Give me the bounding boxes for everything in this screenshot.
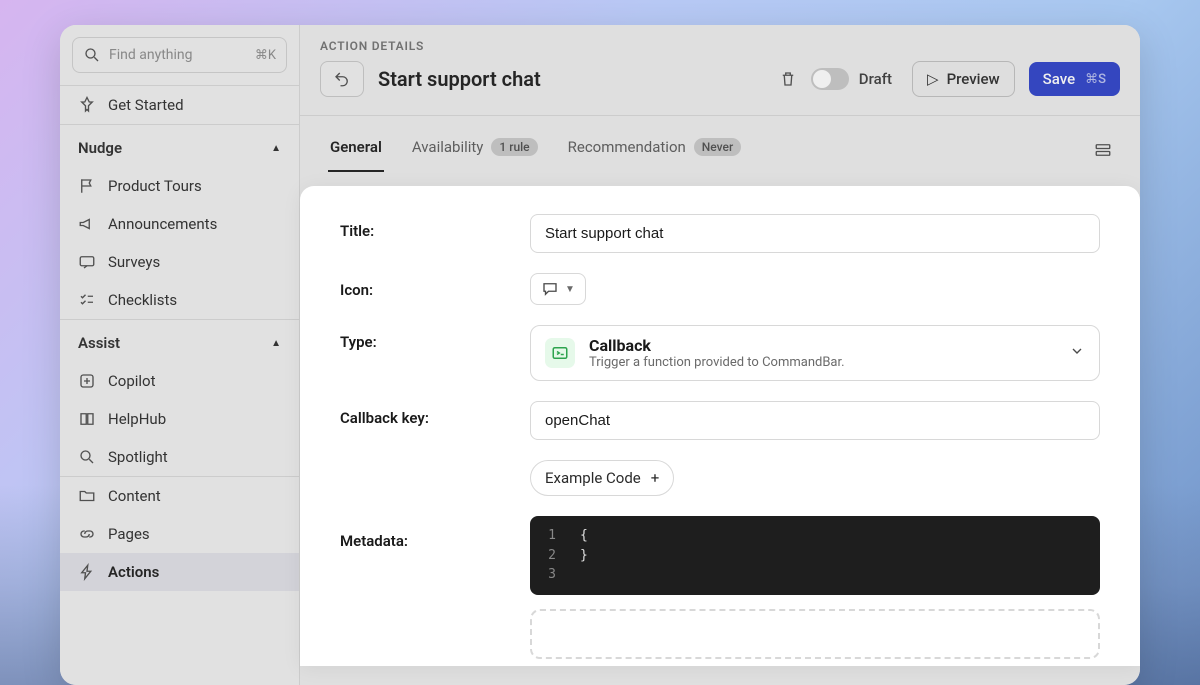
header-row: Start support chat Draft ▷ Preview Save … [300,57,1140,116]
undo-button[interactable] [320,61,364,97]
chevron-up-icon: ▲ [271,338,281,349]
sparkle-icon [78,372,96,390]
main-content: ACTION DETAILS Start support chat Draft … [300,25,1140,685]
chevron-up-icon: ▲ [271,143,281,154]
page-title: Start support chat [378,67,541,91]
tab-general[interactable]: General [328,128,384,172]
delete-button[interactable] [779,70,797,88]
folder-icon [78,487,96,505]
megaphone-icon [78,215,96,233]
message-icon [78,253,96,271]
search-icon [78,448,96,466]
form-panel: Title: Icon: ▼ Type: [300,186,1140,666]
sidebar-item-helphub[interactable]: HelpHub [60,400,299,438]
undo-icon [333,70,351,88]
tab-availability[interactable]: Availability 1 rule [410,128,540,172]
sidebar-item-surveys[interactable]: Surveys [60,243,299,281]
search-icon [83,46,101,64]
search-placeholder: Find anything [109,47,193,63]
metadata-label: Metadata: [340,516,500,659]
sidebar-item-label: Get Started [108,96,184,114]
bolt-icon [78,563,96,581]
search-shortcut: ⌘K [255,48,276,63]
sidebar-section-nudge[interactable]: Nudge ▲ [60,125,299,167]
callback-key-input[interactable] [530,401,1100,440]
sidebar-item-label: Content [108,487,161,505]
app-window: Find anything ⌘K Get Started Nudge ▲ Pro… [60,25,1140,685]
draft-toggle[interactable] [811,68,849,90]
save-button[interactable]: Save ⌘S [1029,62,1120,96]
plus-icon: + [651,469,660,487]
pin-icon [78,96,96,114]
chevron-down-icon [1069,343,1085,363]
sidebar-item-label: Copilot [108,372,156,390]
example-code-button[interactable]: Example Code + [530,460,674,496]
sidebar-item-label: Checklists [108,291,177,309]
search-input[interactable]: Find anything ⌘K [72,37,287,73]
sidebar-item-label: Announcements [108,215,217,233]
sidebar-item-product-tours[interactable]: Product Tours [60,167,299,205]
flag-icon [78,177,96,195]
sidebar-item-get-started[interactable]: Get Started [60,86,299,124]
sidebar-item-actions[interactable]: Actions [60,553,299,591]
type-name: Callback [589,336,845,355]
dropzone[interactable] [530,609,1100,659]
title-input[interactable] [530,214,1100,253]
metadata-editor[interactable]: 1{ 2} 3 [530,516,1100,595]
chat-icon [541,280,559,298]
sidebar-item-content[interactable]: Content [60,477,299,515]
sidebar-item-label: Pages [108,525,150,543]
checklist-icon [78,291,96,309]
chevron-down-icon: ▼ [565,284,575,295]
sidebar-item-spotlight[interactable]: Spotlight [60,438,299,476]
book-icon [78,410,96,428]
type-label: Type: [340,325,500,381]
sidebar-item-label: Surveys [108,253,160,271]
type-select[interactable]: Callback Trigger a function provided to … [530,325,1100,381]
breadcrumb: ACTION DETAILS [300,25,1140,57]
sidebar-item-label: Product Tours [108,177,202,195]
sidebar-item-pages[interactable]: Pages [60,515,299,553]
recommendation-badge: Never [694,138,741,156]
callback-key-label: Callback key: [340,401,500,440]
play-icon: ▷ [927,70,939,88]
sidebar-item-label: Spotlight [108,448,168,466]
type-desc: Trigger a function provided to CommandBa… [589,355,845,370]
link-icon [78,525,96,543]
sidebar-item-copilot[interactable]: Copilot [60,362,299,400]
icon-picker[interactable]: ▼ [530,273,586,305]
icon-label: Icon: [340,273,500,305]
layout-icon[interactable] [1094,141,1112,159]
sidebar-item-label: HelpHub [108,410,166,428]
sidebar: Find anything ⌘K Get Started Nudge ▲ Pro… [60,25,300,685]
draft-label: Draft [859,70,892,88]
sidebar-item-announcements[interactable]: Announcements [60,205,299,243]
callback-icon [545,338,575,368]
sidebar-section-assist[interactable]: Assist ▲ [60,320,299,362]
tabs: General Availability 1 rule Recommendati… [300,116,1140,172]
tab-recommendation[interactable]: Recommendation Never [566,128,744,172]
sidebar-item-checklists[interactable]: Checklists [60,281,299,319]
sidebar-item-label: Actions [108,563,159,581]
availability-badge: 1 rule [491,138,537,156]
preview-button[interactable]: ▷ Preview [912,61,1015,97]
title-label: Title: [340,214,500,253]
